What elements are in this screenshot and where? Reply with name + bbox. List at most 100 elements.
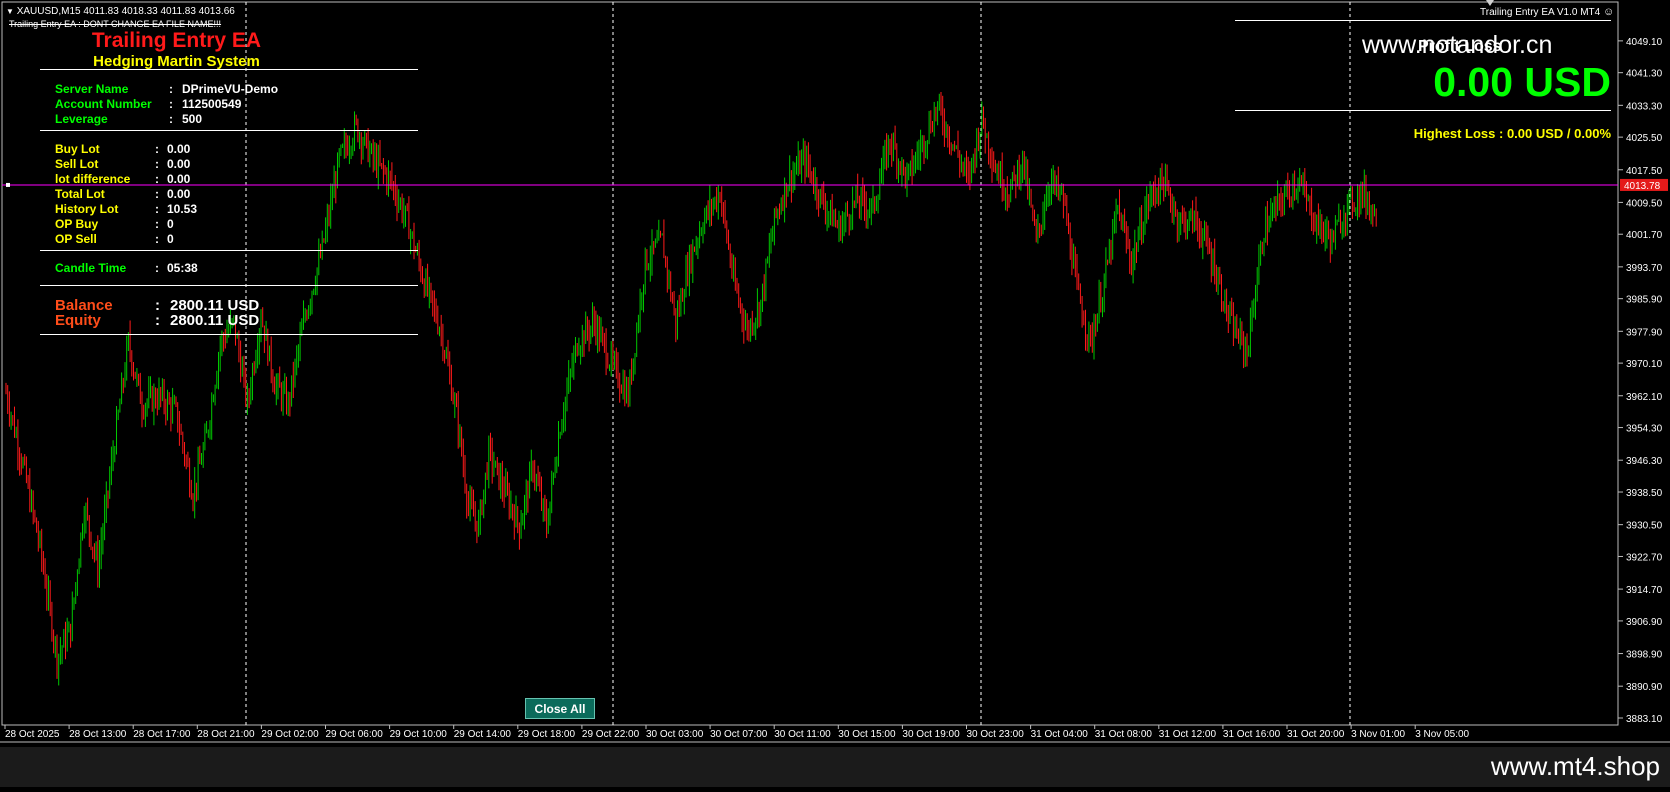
time-tick-label: 28 Oct 2025	[5, 729, 60, 740]
price-tick-label: 4049.10	[1626, 37, 1663, 48]
separator: :	[169, 97, 173, 111]
watermark-text: www.notandor.cn	[1362, 31, 1553, 59]
separator: :	[169, 112, 173, 126]
ea-badge-label: Trailing Entry EA V1.0 MT4	[1480, 7, 1601, 18]
total-lot-label: Total Lot	[55, 187, 105, 201]
op-buy-value: 0	[167, 217, 174, 231]
footer-bar: www.mt4.shop	[0, 747, 1670, 787]
time-tick-label: 29 Oct 14:00	[454, 729, 512, 740]
time-tick-label: 29 Oct 06:00	[326, 729, 384, 740]
separator: :	[155, 202, 159, 216]
leverage-label: Leverage	[55, 112, 108, 126]
time-tick-label: 29 Oct 02:00	[261, 729, 319, 740]
equity-value: 2800.11 USD	[170, 312, 260, 329]
price-tick-label: 3922.70	[1626, 552, 1663, 563]
time-tick-label: 29 Oct 22:00	[582, 729, 640, 740]
price-tick-label: 3930.50	[1626, 521, 1663, 532]
divider	[40, 130, 418, 131]
sell-lot-label: Sell Lot	[55, 157, 99, 171]
divider	[40, 334, 418, 335]
time-tick-label: 30 Oct 15:00	[838, 729, 896, 740]
panel-subtitle: Hedging Martin System	[93, 53, 260, 70]
separator: :	[155, 187, 159, 201]
equity-label: Equity	[55, 312, 101, 329]
separator: :	[155, 232, 159, 246]
candle-time-label: Candle Time	[55, 261, 127, 275]
highest-loss: Highest Loss : 0.00 USD / 0.00%	[1413, 126, 1611, 141]
time-tick-label: 28 Oct 21:00	[197, 729, 255, 740]
ea-note: Trailing Entry EA : DONT CHANGE EA FILE …	[9, 19, 222, 29]
price-tick-label: 3906.90	[1626, 617, 1663, 628]
leverage-value: 500	[182, 112, 203, 126]
candle-time-value: 05:38	[167, 261, 198, 275]
history-lot-value: 10.53	[167, 202, 198, 216]
time-tick-label: 29 Oct 10:00	[390, 729, 448, 740]
time-tick-label: 28 Oct 13:00	[69, 729, 127, 740]
tab-marker-icon	[1486, 0, 1494, 6]
server-name-label: Server Name	[55, 82, 129, 96]
price-tick-label: 3898.90	[1626, 650, 1663, 661]
divider	[40, 250, 418, 251]
footer-watermark: www.mt4.shop	[1490, 751, 1660, 781]
buy-lot-label: Buy Lot	[55, 142, 100, 156]
separator: :	[155, 312, 160, 329]
profit-loss-value: 0.00 USD	[1433, 59, 1611, 105]
price-tick-label: 3993.70	[1626, 263, 1663, 274]
price-tick-label: 4041.30	[1626, 69, 1663, 80]
separator: :	[155, 142, 159, 156]
price-chart[interactable]: 4049.10 4041.30 4033.30 4025.50 4017.50 4009.…	[0, 0, 1670, 787]
op-sell-value: 0	[167, 232, 174, 246]
op-buy-label: OP Buy	[55, 217, 99, 231]
buy-lot-value: 0.00	[167, 142, 191, 156]
ea-badge[interactable]: Trailing Entry EA V1.0 MT4 ☺	[1480, 6, 1614, 18]
server-name-value: DPrimeVU-Demo	[182, 82, 279, 96]
time-tick-label: 30 Oct 03:00	[646, 729, 704, 740]
price-tick-label: 3938.50	[1626, 488, 1663, 499]
time-tick-label: 3 Nov 05:00	[1415, 729, 1469, 740]
price-tick-label: 4017.50	[1626, 166, 1663, 177]
price-tick-label: 3883.10	[1626, 714, 1663, 725]
current-price-label: 4013.78	[1624, 181, 1661, 192]
separator: :	[155, 217, 159, 231]
divider	[1235, 110, 1611, 111]
time-tick-label: 28 Oct 17:00	[133, 729, 191, 740]
time-tick-label: 30 Oct 23:00	[967, 729, 1025, 740]
price-tick-label: 3985.90	[1626, 295, 1663, 306]
divider	[1235, 20, 1611, 21]
price-tick-label: 3946.30	[1626, 456, 1663, 467]
op-sell-label: OP Sell	[55, 232, 97, 246]
time-tick-label: 31 Oct 12:00	[1159, 729, 1217, 740]
time-tick-label: 31 Oct 16:00	[1223, 729, 1281, 740]
sell-lot-value: 0.00	[167, 157, 191, 171]
price-tick-label: 3977.90	[1626, 327, 1663, 338]
time-tick-label: 31 Oct 20:00	[1287, 729, 1345, 740]
price-tick-label: 4001.70	[1626, 230, 1663, 241]
account-number-value: 112500549	[182, 97, 242, 111]
history-lot-label: History Lot	[55, 202, 119, 216]
time-tick-label: 30 Oct 11:00	[774, 729, 831, 740]
panel-title: Trailing Entry EA	[91, 29, 262, 52]
lot-difference-label: lot difference	[55, 172, 131, 186]
smiley-icon: ☺	[1603, 6, 1615, 18]
price-tick-label: 3954.30	[1626, 424, 1663, 435]
symbol-info: XAUUSD,M15 4011.83 4018.33 4011.83 4013.…	[16, 6, 235, 17]
price-tick-label: 3962.10	[1626, 392, 1663, 403]
dropdown-triangle-icon[interactable]: ▼	[6, 7, 14, 16]
price-line-marker	[6, 182, 10, 187]
time-tick-label: 31 Oct 08:00	[1095, 729, 1153, 740]
time-tick-label: 3 Nov 01:00	[1351, 729, 1405, 740]
total-lot-value: 0.00	[167, 187, 191, 201]
close-all-button[interactable]: Close All	[525, 698, 595, 719]
time-tick-label: 30 Oct 07:00	[710, 729, 768, 740]
lot-difference-value: 0.00	[167, 172, 191, 186]
separator: :	[169, 82, 173, 96]
price-tick-label: 4009.50	[1626, 198, 1663, 209]
price-tick-label: 3914.70	[1626, 585, 1663, 596]
time-tick-label: 30 Oct 19:00	[902, 729, 960, 740]
separator: :	[155, 157, 159, 171]
time-tick-label: 31 Oct 04:00	[1031, 729, 1089, 740]
chart-area[interactable]: 4049.10 4041.30 4033.30 4025.50 4017.50 4009.…	[0, 0, 1670, 787]
symbol-bar: ▼ XAUUSD,M15 4011.83 4018.33 4011.83 401…	[6, 6, 235, 17]
time-tick-label: 29 Oct 18:00	[518, 729, 576, 740]
divider	[40, 285, 418, 286]
